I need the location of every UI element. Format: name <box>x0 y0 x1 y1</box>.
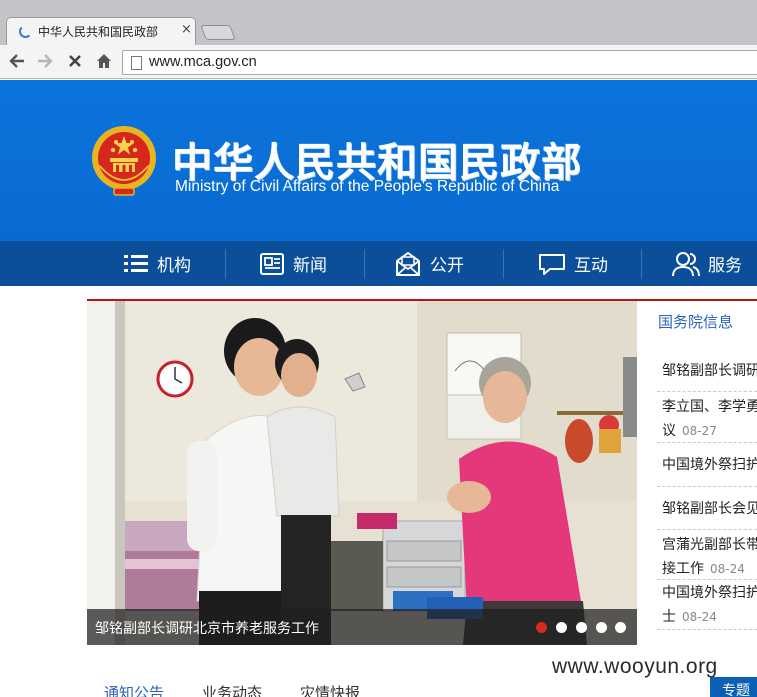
national-emblem-icon <box>92 126 156 196</box>
nav-item-interaction[interactable]: 互动 <box>538 241 608 286</box>
info-panel-title[interactable]: 国务院信息 <box>658 311 733 332</box>
info-divider <box>657 579 757 580</box>
info-item-text: 士 <box>662 609 676 625</box>
news-icon <box>260 252 284 275</box>
nav-item-institutions[interactable]: 机构 <box>123 241 191 286</box>
site-title-english: Ministry of Civil Affairs of the People'… <box>175 178 560 195</box>
list-icon <box>124 254 148 272</box>
info-item-text: 中国境外祭扫护 <box>662 585 757 601</box>
envelope-icon <box>396 251 420 276</box>
info-item[interactable]: 宫蒲光副部长带 接工作 08-24 <box>662 533 757 581</box>
browser-tab[interactable]: 中华人民共和国民政部 × <box>6 17 196 45</box>
stop-icon[interactable] <box>66 52 84 74</box>
tab-close-button[interactable]: × <box>181 22 192 37</box>
state-council-info-panel: 国务院信息 邹铭副部长调研 李立国、李学勇 议 08-27 中国境外祭扫护 邹铭副… <box>645 301 757 636</box>
info-item[interactable]: 李立国、李学勇 议 08-27 <box>662 395 757 443</box>
topic-button[interactable]: 专题 <box>710 677 757 697</box>
nav-item-public[interactable]: 公开 <box>394 241 464 286</box>
nav-divider <box>225 249 226 279</box>
info-item[interactable]: 中国境外祭扫护 <box>662 453 757 477</box>
users-icon <box>672 251 700 276</box>
carousel-dot-3[interactable] <box>576 622 587 633</box>
forward-arrow-icon[interactable] <box>36 52 54 74</box>
tab-notices[interactable]: 通知公告 <box>104 682 164 697</box>
nav-label: 服务 <box>708 256 742 276</box>
carousel-photo <box>87 301 637 645</box>
carousel-dot-4[interactable] <box>596 622 607 633</box>
address-bar[interactable]: www.mca.gov.cn <box>122 50 757 75</box>
info-item-text: 邹铭副部长调研 <box>662 363 757 379</box>
info-item-text: 中国境外祭扫护 <box>662 457 757 473</box>
watermark: www.wooyun.org <box>552 655 718 678</box>
tab-title: 中华人民共和国民政部 <box>38 25 159 39</box>
carousel-dot-2[interactable] <box>556 622 567 633</box>
info-item-date: 08-24 <box>682 610 717 624</box>
info-item-text: 接工作 <box>662 561 704 577</box>
info-item-date: 08-24 <box>710 562 745 576</box>
nav-label: 公开 <box>430 256 464 276</box>
site-header: 中华人民共和国民政部 Ministry of Civil Affairs of … <box>0 80 757 241</box>
nav-divider <box>364 249 365 279</box>
info-item[interactable]: 邹铭副部长调研 <box>662 359 757 383</box>
info-item[interactable]: 中国境外祭扫护 士 08-24 <box>662 581 757 629</box>
nav-label: 新闻 <box>293 256 327 276</box>
info-item-text: 议 <box>662 423 676 439</box>
info-item-text: 宫蒲光副部长带 <box>662 537 757 553</box>
info-divider <box>657 629 757 630</box>
nav-label: 机构 <box>157 256 191 276</box>
carousel-dot-1[interactable] <box>536 622 547 633</box>
main-navigation: 机构 新闻 公开 互动 服务 <box>0 241 757 286</box>
info-item-date: 08-27 <box>682 424 717 438</box>
info-divider <box>657 442 757 443</box>
info-divider <box>657 529 757 530</box>
nav-item-services[interactable]: 服务 <box>672 241 742 286</box>
new-tab-button[interactable] <box>200 25 236 40</box>
carousel-dot-5[interactable] <box>615 622 626 633</box>
nav-divider <box>503 249 504 279</box>
carousel-caption[interactable]: 邹铭副部长调研北京市养老服务工作 <box>95 618 319 638</box>
info-item-text: 邹铭副部长会见 <box>662 501 757 517</box>
info-divider <box>657 391 757 392</box>
bulletin-tabs: 通知公告 业务动态 灾情快报 <box>0 680 757 697</box>
tab-disaster-reports[interactable]: 灾情快报 <box>300 682 360 697</box>
tab-business-news[interactable]: 业务动态 <box>202 682 262 697</box>
info-divider <box>657 486 757 487</box>
page-icon <box>131 56 142 70</box>
nav-item-news[interactable]: 新闻 <box>259 241 327 286</box>
news-carousel[interactable]: 邹铭副部长调研北京市养老服务工作 <box>87 301 637 645</box>
back-arrow-icon[interactable] <box>8 52 26 74</box>
info-item[interactable]: 邹铭副部长会见 <box>662 497 757 521</box>
url-text[interactable]: www.mca.gov.cn <box>149 54 257 70</box>
chat-icon <box>539 253 565 275</box>
nav-divider <box>641 249 642 279</box>
home-icon[interactable] <box>95 52 113 74</box>
browser-tab-strip: 中华人民共和国民政部 × <box>0 0 757 45</box>
carousel-caption-bar: 邹铭副部长调研北京市养老服务工作 <box>87 609 637 645</box>
info-item-text: 李立国、李学勇 <box>662 399 757 415</box>
loading-spinner-icon <box>19 25 32 38</box>
browser-toolbar: www.mca.gov.cn <box>0 45 757 79</box>
nav-label: 互动 <box>574 256 608 276</box>
